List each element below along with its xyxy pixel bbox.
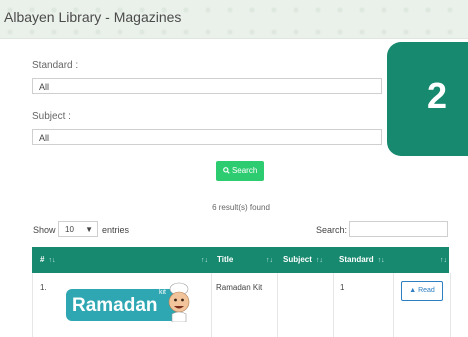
cover-logo-text: Ramadan <box>72 295 158 316</box>
standard-select[interactable]: All <box>32 78 382 94</box>
sort-icon: ↑↓ <box>201 257 208 264</box>
sort-icon: ↑↓ <box>440 257 447 264</box>
magazine-cover-image: Ramadan kit <box>66 282 190 324</box>
subject-label: Subject : <box>32 111 71 122</box>
table-search-input[interactable] <box>349 221 448 237</box>
column-divider <box>393 273 394 337</box>
step-number-badge: 2 <box>387 42 468 156</box>
column-header-title[interactable]: Title <box>217 247 233 273</box>
column-header-standard[interactable]: Standard ↑↓ <box>339 247 385 273</box>
book-reader-icon: ▲ <box>409 287 417 294</box>
search-icon <box>222 166 232 175</box>
cover-logo-subtext: kit <box>159 289 166 296</box>
column-header-number[interactable]: # ↑↓ <box>40 247 55 273</box>
column-divider <box>211 273 212 337</box>
standard-select-value: All <box>39 82 50 92</box>
show-label: Show <box>33 225 56 235</box>
header-banner: Albayen Library - Magazines <box>0 0 468 39</box>
page-title: Albayen Library - Magazines <box>4 9 182 25</box>
column-divider <box>333 273 334 337</box>
entries-length-select[interactable]: 10 ▼ <box>58 221 98 237</box>
read-button-label: Read <box>418 287 435 294</box>
read-button[interactable]: ▲ Read <box>401 281 443 301</box>
sort-icon: ↑↓ <box>48 257 56 264</box>
column-divider <box>277 273 278 337</box>
subject-select-value: All <box>39 133 50 143</box>
results-count: 6 result(s) found <box>212 203 270 212</box>
table-search-label: Search: <box>316 225 348 235</box>
table-header: # ↑↓ ↑↓ Title ↑↓ Subject ↑↓ Standard ↑↓ ↑↓ <box>32 247 449 273</box>
row-standard: 1 <box>340 283 345 292</box>
page-frame: Albayen Library - Magazines Standard : A… <box>0 0 468 337</box>
boy-character-icon <box>168 282 190 322</box>
entries-label: entries <box>102 225 130 235</box>
search-button-label: Search <box>231 166 258 175</box>
subject-select[interactable]: All <box>32 129 382 145</box>
column-sort-action[interactable]: ↑↓ <box>436 247 447 273</box>
search-button[interactable]: Search <box>216 161 264 181</box>
entries-length-value: 10 <box>65 225 74 234</box>
step-number: 2 <box>427 75 448 116</box>
sort-icon: ↑↓ <box>266 257 273 264</box>
row-number: 1. <box>40 283 47 292</box>
column-sort-title[interactable]: ↑↓ <box>262 247 273 273</box>
column-sort-cover[interactable]: ↑↓ <box>197 247 208 273</box>
standard-label: Standard : <box>32 60 79 71</box>
sort-icon: ↑↓ <box>377 257 385 264</box>
sort-icon: ↑↓ <box>315 257 323 264</box>
column-header-subject[interactable]: Subject ↑↓ <box>283 247 323 273</box>
chevron-down-icon: ▼ <box>85 225 93 234</box>
row-title: Ramadan Kit <box>216 283 263 292</box>
